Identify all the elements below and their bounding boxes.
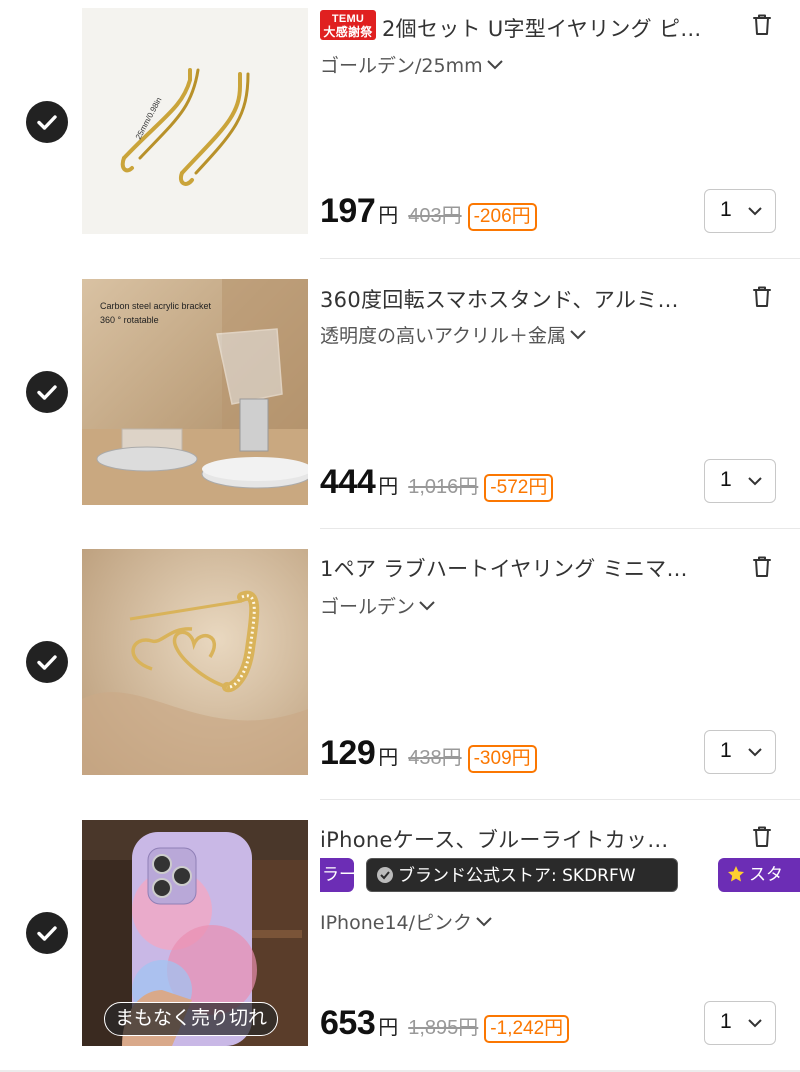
price-row: 444 円 1,016円 -572円 [320,463,554,503]
cart-item: まもなく売り切れ iPhoneケース、ブルーライトカッ… IPhone14/ピン… [0,812,800,1070]
quantity-selector[interactable]: 1 [704,459,776,503]
original-price: 1,016円 [408,476,479,498]
quantity-selector[interactable]: 1 [704,730,776,774]
select-checkbox[interactable] [26,101,68,143]
original-price: 1,895円 [408,1017,479,1039]
currency: 円 [378,474,399,498]
trash-icon[interactable] [748,283,776,311]
discount-badge: -1,242円 [484,1015,570,1043]
select-checkbox[interactable] [26,641,68,683]
variant-label: ゴールデン [320,596,416,618]
title-text: 360度回転スマホスタンド、アルミ… [320,288,679,312]
title-text: 2個セット U字型イヤリング ピ… [382,17,702,41]
variant-selector[interactable]: 透明度の高いアクリル＋金属 [320,321,587,348]
price-row: 653 円 1,895円 -1,242円 [320,1004,570,1044]
verified-badge-icon [377,867,393,883]
check-icon [37,115,57,130]
variant-label: 透明度の高いアクリル＋金属 [320,325,567,347]
product-title[interactable]: 1ペア ラブハートイヤリング ミニマ… [320,553,720,583]
select-checkbox[interactable] [26,912,68,954]
check-icon [37,655,57,670]
chevron-down-icon [476,917,492,927]
sold-out-soon-badge: まもなく売り切れ [104,1002,279,1036]
temu-promo-badge: TEMU 大感謝祭 [320,10,376,40]
price-row: 129 円 438円 -309円 [320,734,537,774]
chevron-down-icon [748,477,762,486]
store-badges: ラー ブランド公式ストア: SKDRFW スタ [320,858,800,894]
title-text: 1ペア ラブハートイヤリング ミニマ… [320,557,688,581]
trash-icon[interactable] [748,823,776,851]
product-title[interactable]: iPhoneケース、ブルーライトカッ… [320,824,720,854]
image-caption: 360 ° rotatable [100,315,159,325]
variant-selector[interactable]: ゴールデン [320,592,436,619]
product-image[interactable]: Carbon steel acrylic bracket 360 ° rotat… [82,279,308,505]
chevron-down-icon [486,60,503,70]
discount-badge: -206円 [467,203,537,231]
divider [320,528,800,529]
original-price: 403円 [408,205,462,227]
image-caption: Carbon steel acrylic bracket [100,301,212,311]
quantity-value: 1 [720,1010,732,1033]
quantity-selector[interactable]: 1 [704,189,776,233]
svg-text:TEMU: TEMU [332,13,364,25]
original-price: 438円 [408,747,462,769]
discount-badge: -572円 [484,474,554,502]
chevron-down-icon [748,207,762,216]
chevron-down-icon [748,1019,762,1028]
variant-label: IPhone14/ピンク [320,912,473,934]
quantity-selector[interactable]: 1 [704,1001,776,1045]
currency: 円 [378,745,399,769]
promo-badge: スタ [718,858,800,892]
price: 653 [320,1004,376,1042]
divider [320,258,800,259]
product-title[interactable]: 360度回転スマホスタンド、アルミ… [320,284,720,314]
quantity-value: 1 [720,468,732,491]
quantity-value: 1 [720,198,732,221]
price: 129 [320,734,376,772]
cart-item: 25mm/0.98in TEMU 大感謝祭 2個セット U字型イヤリング ピ… … [0,0,800,270]
star-icon [728,866,744,882]
check-icon [37,926,57,941]
cart-item: Carbon steel acrylic bracket 360 ° rotat… [0,270,800,540]
product-image[interactable]: まもなく売り切れ [82,820,308,1046]
title-text: iPhoneケース、ブルーライトカッ… [320,828,669,852]
quantity-value: 1 [720,739,732,762]
product-image[interactable] [82,549,308,775]
currency: 円 [378,1015,399,1039]
chevron-down-icon [419,601,435,611]
variant-label: ゴールデン/25mm [320,55,483,77]
divider [320,799,800,800]
product-title[interactable]: TEMU 大感謝祭 2個セット U字型イヤリング ピ… [320,10,720,43]
variant-selector[interactable]: IPhone14/ピンク [320,908,493,935]
promo-badge: ラー [320,858,356,892]
price: 444 [320,463,376,501]
product-image[interactable]: 25mm/0.98in [82,8,308,234]
svg-text:大感謝祭: 大感謝祭 [323,24,373,39]
trash-icon[interactable] [748,553,776,581]
variant-selector[interactable]: ゴールデン/25mm [320,51,504,78]
price: 197 [320,192,376,230]
official-store-badge[interactable]: ブランド公式ストア: SKDRFW [366,858,678,892]
cart-item: 1ペア ラブハートイヤリング ミニマ… ゴールデン 129 円 438円 -30… [0,541,800,811]
chevron-down-icon [748,748,762,757]
currency: 円 [378,203,399,227]
select-checkbox[interactable] [26,371,68,413]
discount-badge: -309円 [467,745,537,773]
price-row: 197 円 403円 -206円 [320,192,537,232]
trash-icon[interactable] [748,11,776,39]
check-icon [37,385,57,400]
chevron-down-icon [570,330,586,340]
